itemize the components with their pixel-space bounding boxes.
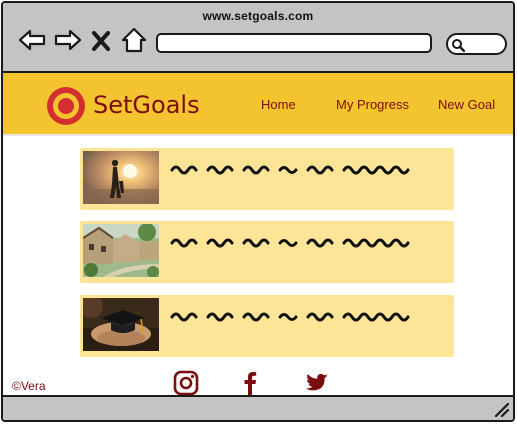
redacted-text-placeholder — [170, 165, 410, 175]
graduation-cap-on-hands-photo — [83, 298, 159, 351]
back-arrow-icon[interactable] — [17, 25, 47, 55]
goal-card[interactable] — [80, 295, 454, 357]
instagram-icon[interactable] — [172, 369, 200, 397]
close-icon[interactable] — [89, 25, 113, 55]
resize-grip-icon[interactable] — [493, 401, 509, 417]
silhouette-at-sunset-photo — [83, 151, 159, 204]
target-logo-icon — [47, 87, 85, 125]
nav-home[interactable]: Home — [261, 97, 296, 112]
twitter-icon[interactable] — [303, 369, 331, 397]
app-logo-text[interactable]: SetGoals — [93, 91, 200, 119]
facebook-icon[interactable] — [236, 369, 264, 397]
app-header: SetGoals Home My Progress New Goal — [3, 73, 513, 136]
page-url: www.setgoals.com — [202, 9, 314, 23]
nav-new-goal[interactable]: New Goal — [438, 97, 495, 112]
search-icon — [452, 39, 465, 52]
browser-window: www.setgoals.com SetGoals Home My Progre… — [1, 1, 515, 422]
copyright-text: ©Vera — [12, 379, 46, 393]
goal-card[interactable] — [80, 221, 454, 283]
forward-arrow-icon[interactable] — [53, 25, 83, 55]
browser-search-field[interactable] — [446, 33, 507, 55]
home-icon[interactable] — [119, 25, 149, 55]
nav-my-progress[interactable]: My Progress — [336, 97, 409, 112]
cottage-village-lane-photo — [83, 224, 159, 277]
browser-toolbar: www.setgoals.com — [3, 3, 513, 73]
redacted-text-placeholder — [170, 312, 410, 322]
address-bar[interactable] — [156, 33, 432, 53]
browser-status-bar — [3, 395, 513, 420]
redacted-text-placeholder — [170, 238, 410, 248]
goal-card[interactable] — [80, 148, 454, 210]
